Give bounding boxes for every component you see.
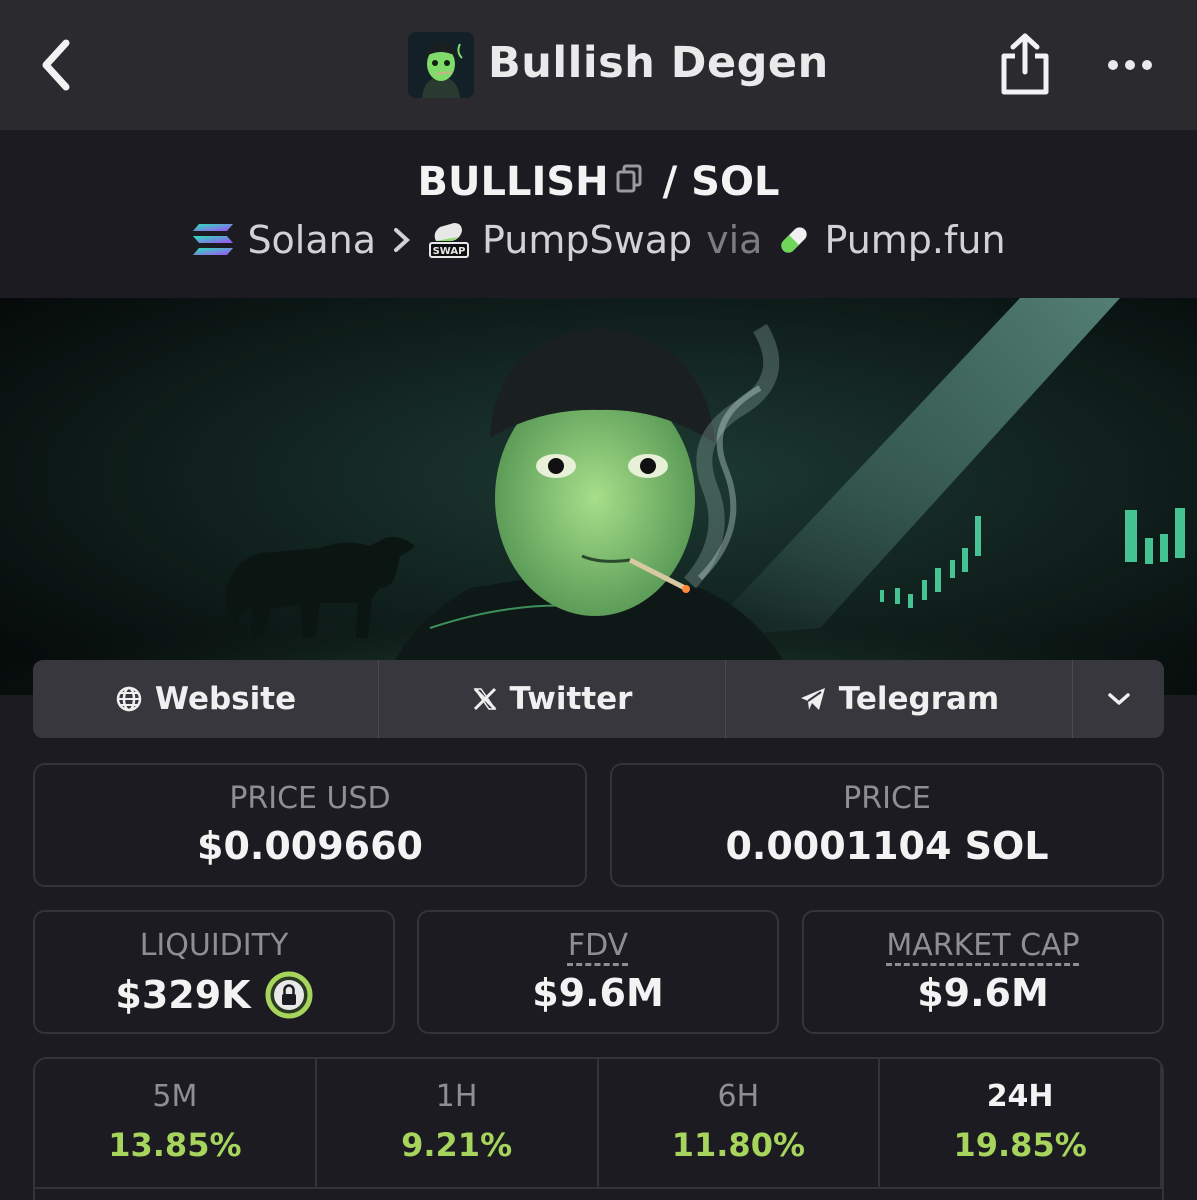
market-cap-value: $9.6M xyxy=(917,971,1049,1015)
price-usd-card: PRICE USD $0.009660 xyxy=(33,763,587,887)
tab-label: 6H xyxy=(717,1079,760,1114)
liquidity-row: $329K xyxy=(35,971,393,1019)
price-sol-value: 0.0001104 SOL xyxy=(725,824,1049,868)
market-cap-card[interactable]: MARKET CAP $9.6M xyxy=(802,910,1164,1034)
more-button[interactable] xyxy=(1100,45,1160,85)
more-icon-dot xyxy=(1125,60,1135,70)
route-breadcrumb: Solana SWAP PumpSwap via Pump.fun xyxy=(0,218,1197,262)
launchpad-link[interactable]: Pump.fun xyxy=(776,218,1006,262)
fdv-card[interactable]: FDV $9.6M xyxy=(417,910,779,1034)
dex-link[interactable]: SWAP PumpSwap xyxy=(428,218,692,262)
launchpad-label: Pump.fun xyxy=(824,218,1006,262)
pill-icon xyxy=(781,227,808,253)
globe-icon xyxy=(116,686,142,712)
pair-title: BULLISH / SOL xyxy=(0,158,1197,210)
liquidity-value: $329K xyxy=(115,973,251,1017)
tab-change-value: 11.80% xyxy=(671,1126,806,1164)
chevron-right-icon xyxy=(394,228,411,252)
website-button[interactable]: Website xyxy=(33,660,379,738)
more-icon-dot xyxy=(1108,60,1118,70)
fdv-label: FDV xyxy=(567,928,629,963)
tab-change-value: 19.85% xyxy=(953,1126,1087,1164)
base-symbol: BULLISH xyxy=(417,159,609,205)
telegram-label: Telegram xyxy=(838,681,1000,717)
x-icon xyxy=(473,687,496,711)
social-links-bar: Website Twitter Telegram xyxy=(33,660,1164,738)
tab-change-value: 9.21% xyxy=(401,1126,513,1164)
tab-label: 5M xyxy=(152,1079,198,1114)
chain-label: Solana xyxy=(247,218,377,262)
telegram-button[interactable]: Telegram xyxy=(726,660,1073,738)
share-icon xyxy=(1001,33,1049,95)
tab-1h[interactable]: 1H 9.21% xyxy=(317,1059,599,1189)
dex-label: PumpSwap xyxy=(482,218,693,262)
via-label: via xyxy=(706,218,763,262)
website-label: Website xyxy=(154,681,297,717)
copy-icon[interactable] xyxy=(615,158,643,204)
market-cap-label: MARKET CAP xyxy=(886,928,1080,963)
solana-icon xyxy=(193,224,234,255)
telegram-icon xyxy=(800,688,825,710)
timeframe-tabs: 5M 13.85% 1H 9.21% 6H 11.80% 24H 19.85% xyxy=(33,1057,1164,1200)
top-bar: Bullish Degen xyxy=(0,0,1197,130)
liquidity-card: LIQUIDITY $329K xyxy=(33,910,395,1034)
tab-6h[interactable]: 6H 11.80% xyxy=(599,1059,881,1189)
token-banner xyxy=(0,298,1197,695)
pumpswap-icon: SWAP xyxy=(429,223,470,258)
fdv-value: $9.6M xyxy=(532,971,664,1015)
twitter-button[interactable]: Twitter xyxy=(379,660,726,738)
chain-link[interactable]: Solana xyxy=(191,218,376,262)
more-icon-dot xyxy=(1142,60,1152,70)
tab-change-value: 13.85% xyxy=(108,1126,242,1164)
price-sol-card: PRICE 0.0001104 SOL xyxy=(610,763,1164,887)
twitter-label: Twitter xyxy=(509,681,633,717)
price-usd-value: $0.009660 xyxy=(197,824,423,868)
chevron-down-icon xyxy=(1107,693,1130,705)
tab-5m[interactable]: 5M 13.85% xyxy=(35,1059,317,1189)
share-button[interactable] xyxy=(998,32,1052,98)
socials-expand-button[interactable] xyxy=(1073,660,1164,738)
price-label: PRICE xyxy=(843,781,931,816)
back-button[interactable] xyxy=(30,35,80,95)
tabs-divider xyxy=(35,1187,1162,1189)
liquidity-label: LIQUIDITY xyxy=(139,928,289,963)
token-avatar xyxy=(408,32,474,98)
chevron-left-icon xyxy=(42,39,70,91)
tab-24h[interactable]: 24H 19.85% xyxy=(880,1059,1162,1189)
page-title: Bullish Degen xyxy=(488,38,829,88)
swap-badge: SWAP xyxy=(433,246,466,257)
pair-separator: / xyxy=(662,159,678,205)
tab-label: 24H xyxy=(986,1079,1054,1114)
tab-label: 1H xyxy=(435,1079,478,1114)
lock-icon[interactable] xyxy=(265,971,313,1019)
pair-header: BULLISH / SOL Solana SWAP PumpSwap via P… xyxy=(0,130,1197,298)
price-usd-label: PRICE USD xyxy=(229,781,391,816)
quote-symbol: SOL xyxy=(691,159,780,205)
